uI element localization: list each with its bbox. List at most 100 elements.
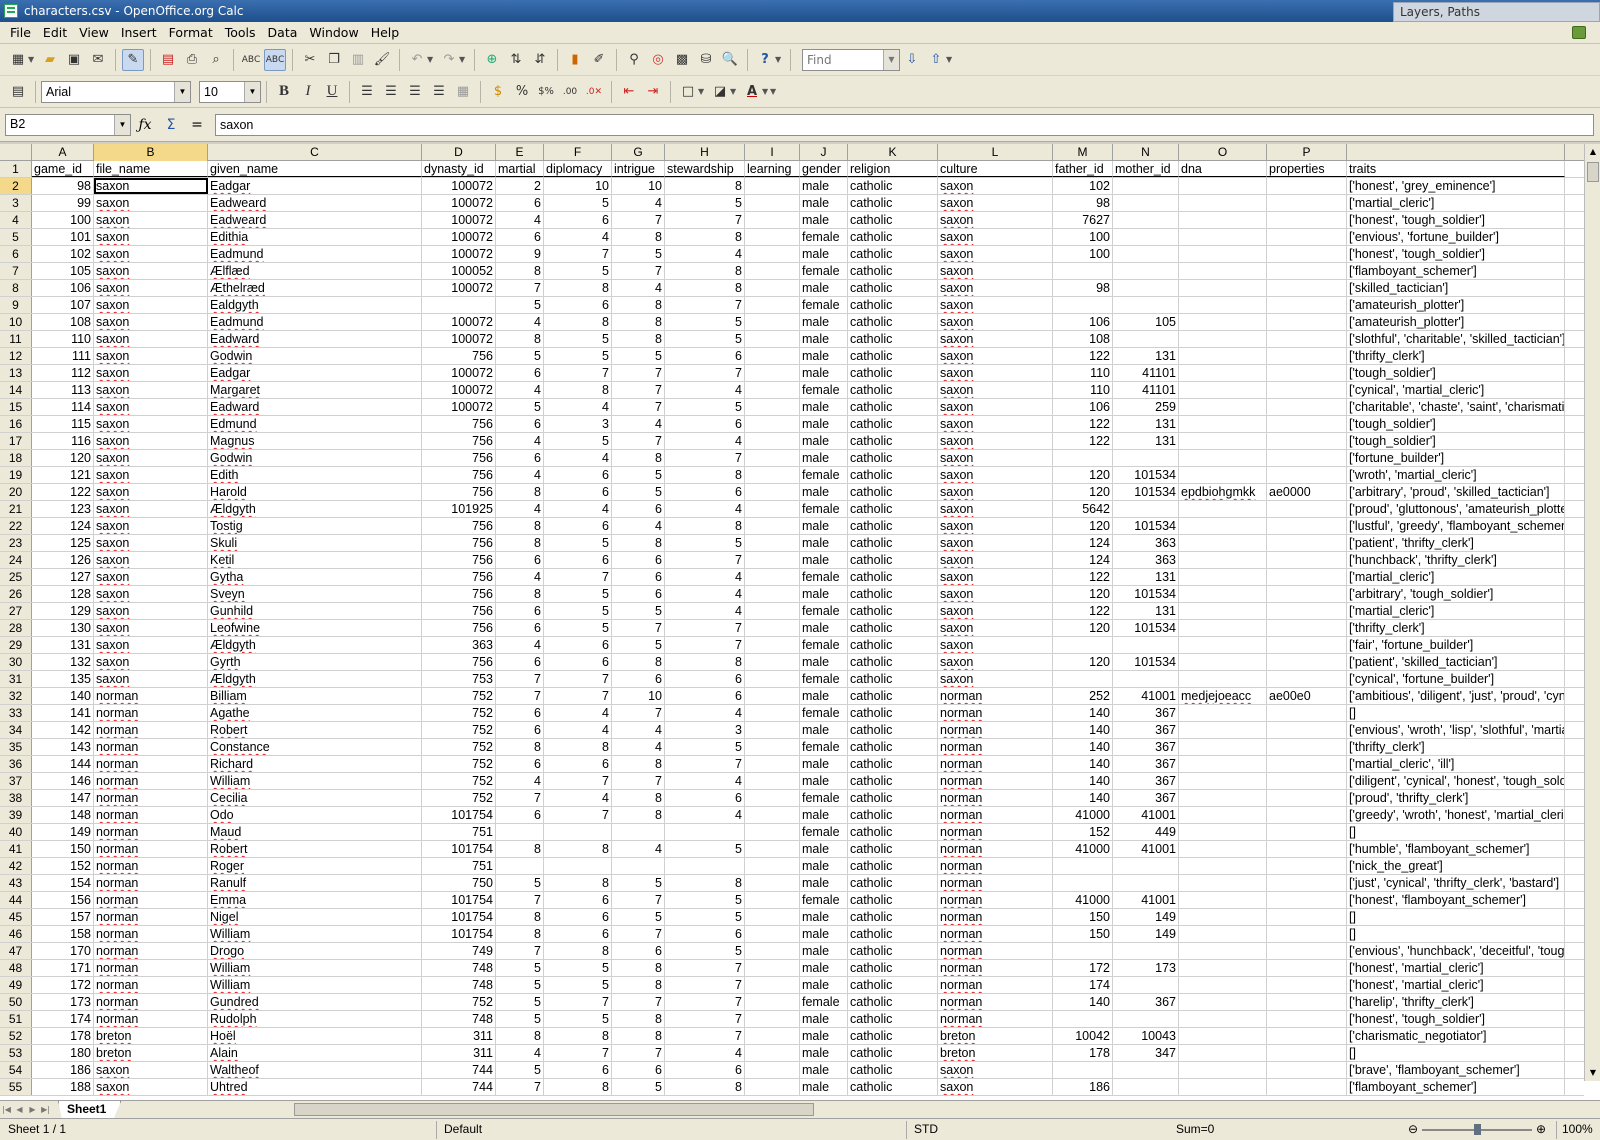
help-icon[interactable]: ? bbox=[754, 49, 776, 71]
cell[interactable]: 5 bbox=[612, 637, 665, 653]
cell[interactable]: 5 bbox=[496, 977, 544, 993]
cell[interactable]: norman bbox=[94, 739, 208, 755]
cell[interactable]: Billiam bbox=[208, 688, 422, 704]
cell[interactable]: saxon bbox=[94, 586, 208, 602]
cell[interactable]: 4 bbox=[496, 314, 544, 330]
background-window-title[interactable]: Layers, Paths bbox=[1393, 2, 1600, 22]
cell[interactable]: 5 bbox=[612, 1079, 665, 1095]
cell[interactable]: 8 bbox=[544, 1079, 612, 1095]
cell[interactable] bbox=[1267, 501, 1347, 517]
cell[interactable] bbox=[1179, 331, 1267, 347]
column-header[interactable]: K bbox=[848, 144, 938, 161]
row-header[interactable]: 16 bbox=[0, 416, 32, 432]
cell[interactable] bbox=[745, 790, 800, 806]
cell[interactable]: 101754 bbox=[422, 807, 496, 823]
cell[interactable]: 100072 bbox=[422, 399, 496, 415]
cell[interactable]: ['honest', 'flamboyant_schemer'] bbox=[1347, 892, 1565, 908]
cell[interactable]: saxon bbox=[938, 569, 1053, 585]
cell[interactable]: intrigue bbox=[612, 161, 665, 177]
cell[interactable]: 171 bbox=[32, 960, 94, 976]
cell[interactable]: 10043 bbox=[1113, 1028, 1179, 1044]
cell[interactable] bbox=[745, 1079, 800, 1095]
cell[interactable] bbox=[1267, 552, 1347, 568]
cell[interactable]: 6 bbox=[612, 501, 665, 517]
cell[interactable]: Edmund bbox=[208, 416, 422, 432]
cell[interactable]: 7 bbox=[612, 892, 665, 908]
cell[interactable]: 5 bbox=[665, 943, 745, 959]
cell[interactable]: William bbox=[208, 773, 422, 789]
cell[interactable]: 3 bbox=[665, 722, 745, 738]
cell[interactable] bbox=[1053, 671, 1113, 687]
cell[interactable] bbox=[1179, 841, 1267, 857]
cell[interactable]: male bbox=[800, 586, 848, 602]
cell[interactable]: ['tough_soldier'] bbox=[1347, 416, 1565, 432]
open-folder-icon[interactable]: ▰ bbox=[39, 49, 61, 71]
cell[interactable]: ['ambitious', 'diligent', 'just', 'proud… bbox=[1347, 688, 1565, 704]
cell[interactable]: 752 bbox=[422, 688, 496, 704]
row-header[interactable]: 36 bbox=[0, 756, 32, 772]
cell[interactable]: 8 bbox=[496, 739, 544, 755]
cell[interactable]: 131 bbox=[1113, 603, 1179, 619]
cell[interactable]: male bbox=[800, 348, 848, 364]
cell[interactable]: 751 bbox=[422, 858, 496, 874]
cell[interactable]: 7 bbox=[544, 688, 612, 704]
cell[interactable] bbox=[1267, 246, 1347, 262]
cell[interactable] bbox=[1267, 1028, 1347, 1044]
vertical-scrollbar[interactable]: ▲ ▼ bbox=[1584, 144, 1600, 1081]
row-header[interactable]: 6 bbox=[0, 246, 32, 262]
cell[interactable]: 8 bbox=[612, 1011, 665, 1027]
cell[interactable]: 101534 bbox=[1113, 654, 1179, 670]
cell[interactable]: 8 bbox=[612, 654, 665, 670]
cell[interactable] bbox=[1267, 450, 1347, 466]
cell[interactable] bbox=[1179, 977, 1267, 993]
cell[interactable]: 114 bbox=[32, 399, 94, 415]
cell[interactable]: 106 bbox=[32, 280, 94, 296]
cell[interactable]: 7 bbox=[496, 688, 544, 704]
cell[interactable] bbox=[1267, 212, 1347, 228]
cell[interactable]: saxon bbox=[94, 552, 208, 568]
menu-format[interactable]: Format bbox=[163, 25, 219, 40]
cell[interactable]: ['thrifty_clerk'] bbox=[1347, 348, 1565, 364]
cell[interactable] bbox=[1113, 671, 1179, 687]
cell[interactable]: dynasty_id bbox=[422, 161, 496, 177]
cell[interactable] bbox=[1267, 1045, 1347, 1061]
cell[interactable]: 4 bbox=[612, 739, 665, 755]
cell[interactable]: 5 bbox=[544, 535, 612, 551]
cell[interactable] bbox=[1267, 705, 1347, 721]
name-box-dropdown-icon[interactable]: ▼ bbox=[114, 114, 130, 135]
cell[interactable] bbox=[1267, 756, 1347, 772]
cell[interactable]: 6 bbox=[665, 416, 745, 432]
cell[interactable]: 186 bbox=[1053, 1079, 1113, 1095]
align-right-icon[interactable]: ☰ bbox=[404, 81, 426, 103]
cell[interactable] bbox=[1179, 365, 1267, 381]
cell[interactable]: female bbox=[800, 467, 848, 483]
cell[interactable]: 8 bbox=[496, 263, 544, 279]
page-preview-icon[interactable]: ⌕ bbox=[205, 49, 227, 71]
cell[interactable]: 142 bbox=[32, 722, 94, 738]
cell[interactable]: ['harelip', 'thrifty_clerk'] bbox=[1347, 994, 1565, 1010]
cell[interactable]: male bbox=[800, 1028, 848, 1044]
cell[interactable]: catholic bbox=[848, 484, 938, 500]
cell[interactable]: epdbiohgmkk bbox=[1179, 484, 1267, 500]
cell[interactable]: Robert bbox=[208, 841, 422, 857]
new-document-icon[interactable]: ▦ bbox=[7, 49, 29, 71]
cell[interactable]: 4 bbox=[665, 773, 745, 789]
cell[interactable]: 140 bbox=[1053, 756, 1113, 772]
cell[interactable]: catholic bbox=[848, 433, 938, 449]
cell[interactable] bbox=[745, 620, 800, 636]
cell[interactable]: 120 bbox=[1053, 484, 1113, 500]
cell[interactable]: saxon bbox=[94, 348, 208, 364]
cell[interactable]: 150 bbox=[32, 841, 94, 857]
cell[interactable]: 4 bbox=[665, 569, 745, 585]
cell[interactable]: 748 bbox=[422, 977, 496, 993]
cell[interactable] bbox=[665, 824, 745, 840]
formula-input[interactable]: saxon bbox=[215, 113, 1594, 136]
cell[interactable]: 6 bbox=[612, 586, 665, 602]
cell[interactable]: male bbox=[800, 280, 848, 296]
cell[interactable]: saxon bbox=[938, 246, 1053, 262]
cell[interactable]: 7 bbox=[496, 892, 544, 908]
cell[interactable]: saxon bbox=[938, 382, 1053, 398]
cell[interactable] bbox=[745, 178, 800, 194]
cell[interactable]: 131 bbox=[32, 637, 94, 653]
cell[interactable]: 7 bbox=[665, 637, 745, 653]
